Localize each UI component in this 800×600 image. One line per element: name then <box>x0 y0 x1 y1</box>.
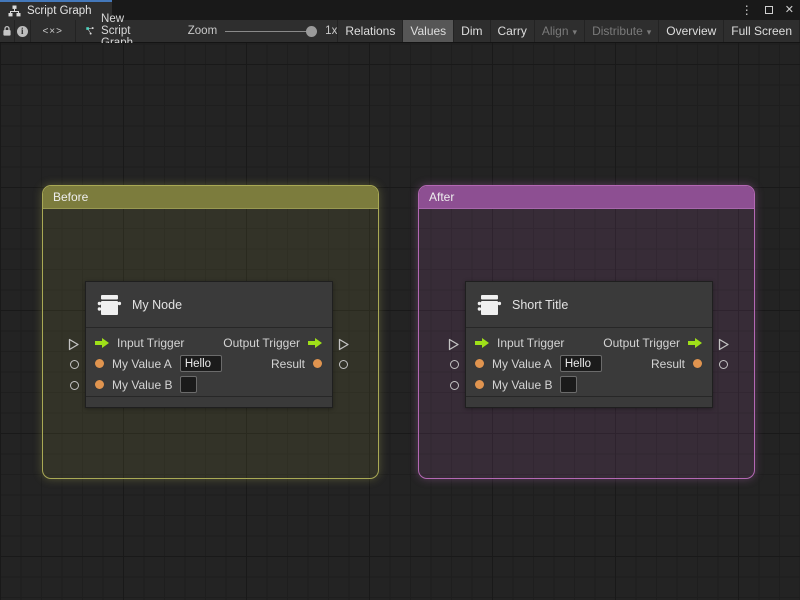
script-graph-window: Script Graph ⋮ ✕ i <×> New Script Zoom 1… <box>0 0 800 600</box>
port-label: Input Trigger <box>117 335 185 350</box>
value-b-port-icon[interactable] <box>95 380 104 389</box>
node-footer <box>86 396 332 407</box>
port-label: My Value A <box>112 356 172 371</box>
node-my-node[interactable]: My Node Input Trigger Output Trigger My … <box>85 281 333 408</box>
outer-value-a-port[interactable] <box>450 360 459 369</box>
distribute-dropdown[interactable]: Distribute ▾ <box>585 20 660 42</box>
zoom-value: 1x <box>325 25 338 37</box>
chevron-down-icon: ▾ <box>572 26 578 37</box>
tab-script-graph[interactable]: Script Graph <box>0 0 112 20</box>
code-view-button[interactable]: <×> <box>31 20 76 42</box>
outer-result-port[interactable] <box>719 360 728 369</box>
flow-in-port-icon[interactable] <box>95 337 109 348</box>
value-b-input[interactable] <box>180 376 198 393</box>
outer-value-b-port[interactable] <box>70 381 79 390</box>
graph-hierarchy-icon <box>8 5 21 17</box>
port-label: Output Trigger <box>603 335 680 350</box>
relations-button[interactable]: Relations <box>338 20 404 42</box>
result-port-icon[interactable] <box>693 359 702 368</box>
graph-title-area: New Script Graph <box>76 13 162 49</box>
port-label: Result <box>270 356 305 371</box>
zoom-slider-track <box>225 30 318 32</box>
zoom-slider-handle[interactable] <box>306 25 318 37</box>
value-a-input[interactable] <box>179 355 222 372</box>
value-b-port-icon[interactable] <box>475 380 484 389</box>
zoom-control: Zoom 1x <box>162 20 338 42</box>
node-short-title[interactable]: Short Title Input Trigger Output Trigger <box>465 281 713 408</box>
outer-flow-in-port[interactable] <box>68 338 80 351</box>
toolbar: i <×> New Script Graph Zoom 1x Rel <box>0 13 800 49</box>
tab-title: Script Graph <box>27 5 92 17</box>
overview-button[interactable]: Overview <box>659 20 725 42</box>
unit-icon <box>97 294 122 315</box>
value-a-port-icon[interactable] <box>475 359 484 368</box>
port-label: My Value B <box>112 377 173 392</box>
lock-button[interactable] <box>0 20 15 42</box>
chevron-down-icon: ▾ <box>646 26 652 37</box>
result-port-icon[interactable] <box>313 359 322 368</box>
fullscreen-button[interactable]: Full Screen <box>724 20 800 42</box>
group-after-header[interactable]: After <box>419 186 754 209</box>
close-icon[interactable]: ✕ <box>785 4 794 16</box>
outer-flow-in-port[interactable] <box>448 338 460 351</box>
node-title: Short Title <box>512 297 569 312</box>
maximize-icon[interactable] <box>764 6 773 14</box>
info-button[interactable]: i <box>15 20 31 42</box>
group-before-header[interactable]: Before <box>43 186 378 209</box>
outer-flow-out-port[interactable] <box>338 338 350 351</box>
value-a-port-icon[interactable] <box>95 359 104 368</box>
node-ports: Input Trigger Output Trigger My Value A <box>86 328 332 396</box>
port-label: Output Trigger <box>223 335 300 350</box>
outer-value-a-port[interactable] <box>70 360 79 369</box>
flow-out-port-icon[interactable] <box>308 337 322 348</box>
script-graph-icon <box>86 27 94 35</box>
port-label: My Value B <box>492 377 553 392</box>
view-buttons: Relations Values Dim Carry Align ▾ Distr… <box>337 20 800 42</box>
port-label: Input Trigger <box>497 335 565 350</box>
unit-icon <box>477 294 502 315</box>
zoom-label: Zoom <box>187 25 218 37</box>
code-icon: <×> <box>42 25 63 37</box>
flow-out-port-icon[interactable] <box>688 337 702 348</box>
lock-icon <box>3 25 11 36</box>
node-header[interactable]: My Node <box>86 282 332 328</box>
values-button[interactable]: Values <box>403 20 455 42</box>
value-a-input[interactable] <box>559 355 602 372</box>
value-b-input[interactable] <box>560 376 578 393</box>
flow-in-port-icon[interactable] <box>475 337 489 348</box>
outer-value-b-port[interactable] <box>450 381 459 390</box>
node-title: My Node <box>132 297 183 312</box>
group-label: Before <box>53 190 89 204</box>
port-label: Result <box>650 356 685 371</box>
group-label: After <box>429 190 455 204</box>
align-dropdown[interactable]: Align ▾ <box>535 20 586 42</box>
carry-button[interactable]: Carry <box>491 20 535 42</box>
window-menu-icon[interactable]: ⋮ <box>741 4 753 16</box>
info-icon: i <box>16 25 28 37</box>
outer-flow-out-port[interactable] <box>718 338 730 351</box>
node-footer <box>466 396 712 407</box>
graph-canvas[interactable]: Before After My Node Input Trigger Outpu… <box>0 43 800 600</box>
outer-result-port[interactable] <box>339 360 348 369</box>
dim-button[interactable]: Dim <box>454 20 491 42</box>
zoom-slider[interactable] <box>225 20 318 43</box>
window-controls: ⋮ ✕ <box>741 0 794 20</box>
node-ports: Input Trigger Output Trigger My Value A <box>466 328 712 396</box>
node-header[interactable]: Short Title <box>466 282 712 328</box>
port-label: My Value A <box>492 356 552 371</box>
